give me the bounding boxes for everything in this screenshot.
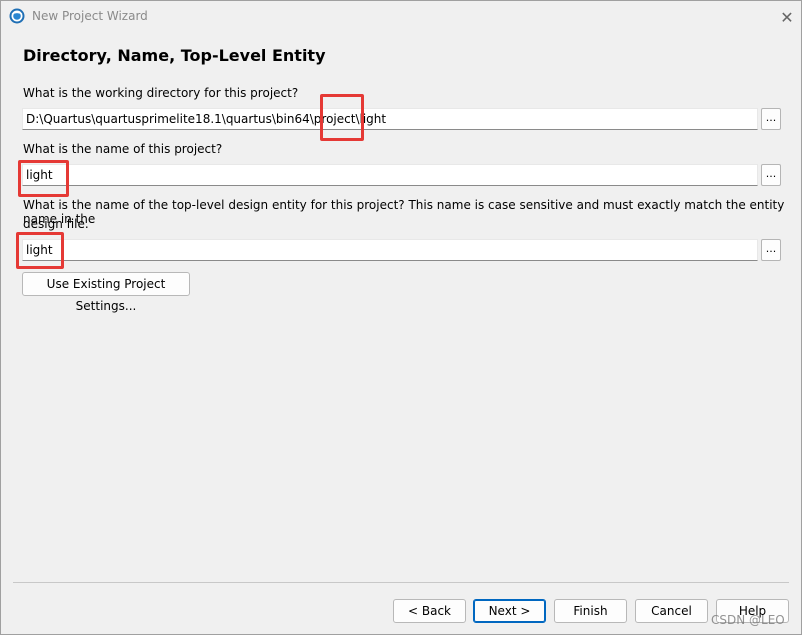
top-entity-input[interactable]: light [22, 239, 758, 261]
window-title: New Project Wizard [32, 9, 148, 23]
title-bar: New Project Wizard ✕ [1, 1, 801, 33]
directory-input[interactable]: D:\Quartus\quartusprimelite18.1\quartus\… [22, 108, 758, 130]
back-button[interactable]: < Back [393, 599, 466, 623]
project-name-browse-button[interactable]: ... [761, 164, 781, 186]
close-icon[interactable]: ✕ [775, 5, 799, 29]
use-existing-settings-button[interactable]: Use Existing Project Settings... [22, 272, 190, 313]
watermark-text: CSDN @LEO [711, 613, 785, 627]
directory-browse-button[interactable]: ... [761, 108, 781, 130]
top-entity-label-line2: design file. [23, 217, 89, 231]
page-heading: Directory, Name, Top-Level Entity [23, 46, 326, 65]
top-entity-browse-button[interactable]: ... [761, 239, 781, 261]
new-project-wizard-window: New Project Wizard ✕ Directory, Name, To… [0, 0, 802, 635]
project-name-input[interactable]: light [22, 164, 758, 186]
cancel-button[interactable]: Cancel [635, 599, 708, 623]
top-entity-label-line1: What is the name of the top-level design… [23, 198, 785, 226]
directory-label: What is the working directory for this p… [23, 86, 299, 100]
quartus-app-icon [9, 8, 25, 24]
project-name-label: What is the name of this project? [23, 142, 223, 156]
finish-button[interactable]: Finish [554, 599, 627, 623]
next-button[interactable]: Next > [473, 599, 546, 623]
footer-separator [13, 582, 789, 583]
